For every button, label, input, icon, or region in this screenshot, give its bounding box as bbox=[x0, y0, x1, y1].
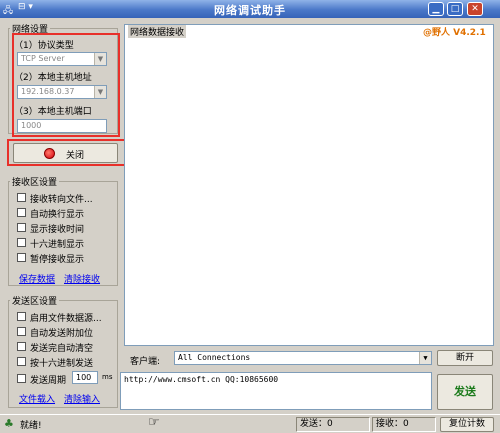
clear-recv-link[interactable]: 清除接收 bbox=[64, 272, 100, 285]
checkbox[interactable] bbox=[17, 253, 26, 262]
recv-area-header: 网络数据接收 bbox=[128, 25, 187, 38]
file-load-link[interactable]: 文件载入 bbox=[19, 392, 55, 405]
disconnect-button[interactable]: 断开 bbox=[437, 350, 493, 366]
title-bar: 🖧 ⊟ ▾ 网络调试助手 ▁ □ ✕ bbox=[0, 0, 500, 18]
option-label: 显示接收时间 bbox=[30, 225, 85, 235]
status-text: 就绪! bbox=[20, 421, 42, 431]
recv-data-area[interactable] bbox=[124, 24, 494, 346]
checkbox[interactable] bbox=[17, 374, 26, 383]
checkbox[interactable] bbox=[17, 312, 26, 321]
pointer-hand-icon: ☞ bbox=[148, 415, 160, 430]
option-label: 自动换行显示 bbox=[30, 210, 85, 220]
status-icon: ♣ bbox=[4, 417, 14, 430]
chevron-down-icon[interactable]: ▼ bbox=[419, 352, 431, 364]
client-select[interactable]: All Connections ▼ bbox=[174, 351, 432, 365]
checkbox[interactable] bbox=[17, 342, 26, 351]
recv-count: 接收：0 bbox=[372, 417, 436, 432]
minimize-button[interactable]: ▁ bbox=[428, 2, 444, 16]
checkbox[interactable] bbox=[17, 238, 26, 247]
option-label: 接收转向文件... bbox=[30, 195, 93, 205]
option-label: 暂停接收显示 bbox=[30, 255, 85, 265]
send-period-input[interactable]: 100 bbox=[72, 371, 98, 384]
option-label: 十六进制显示 bbox=[30, 240, 85, 250]
save-data-link[interactable]: 保存数据 bbox=[19, 272, 55, 285]
annotation-box-2 bbox=[7, 139, 127, 166]
send-button[interactable]: 发送 bbox=[437, 374, 493, 410]
close-window-button[interactable]: ✕ bbox=[467, 2, 483, 16]
send-settings-label: 发送区设置 bbox=[10, 294, 60, 307]
checkbox[interactable] bbox=[17, 357, 26, 366]
checkbox[interactable] bbox=[17, 193, 26, 202]
status-bar: ♣ 就绪! ☞ 发送：0 接收：0 复位计数 bbox=[0, 414, 500, 433]
recv-settings-label: 接收区设置 bbox=[10, 175, 60, 188]
maximize-button[interactable]: □ bbox=[447, 2, 463, 16]
option-label: 发送完自动清空 bbox=[30, 344, 94, 354]
send-period-label: 发送周期 bbox=[30, 376, 67, 386]
client-label: 客户端: bbox=[130, 357, 161, 367]
sent-count: 发送：0 bbox=[296, 417, 370, 432]
annotation-box-1 bbox=[12, 33, 120, 137]
option-label: 按十六进制发送 bbox=[30, 359, 94, 369]
option-label: 启用文件数据源... bbox=[30, 314, 102, 324]
send-period-unit: ms bbox=[102, 373, 113, 381]
checkbox[interactable] bbox=[17, 327, 26, 336]
clear-input-link[interactable]: 清除输入 bbox=[64, 392, 100, 405]
send-input[interactable]: http://www.cmsoft.cn QQ:10865600 bbox=[120, 372, 432, 410]
reset-count-button[interactable]: 复位计数 bbox=[440, 417, 494, 432]
client-value: All Connections bbox=[178, 353, 251, 362]
window-title: 网络调试助手 bbox=[214, 4, 286, 17]
checkbox[interactable] bbox=[17, 208, 26, 217]
version-label: @野人 V4.2.1 bbox=[423, 28, 486, 38]
checkbox[interactable] bbox=[17, 223, 26, 232]
option-label: 自动发送附加位 bbox=[30, 329, 94, 339]
